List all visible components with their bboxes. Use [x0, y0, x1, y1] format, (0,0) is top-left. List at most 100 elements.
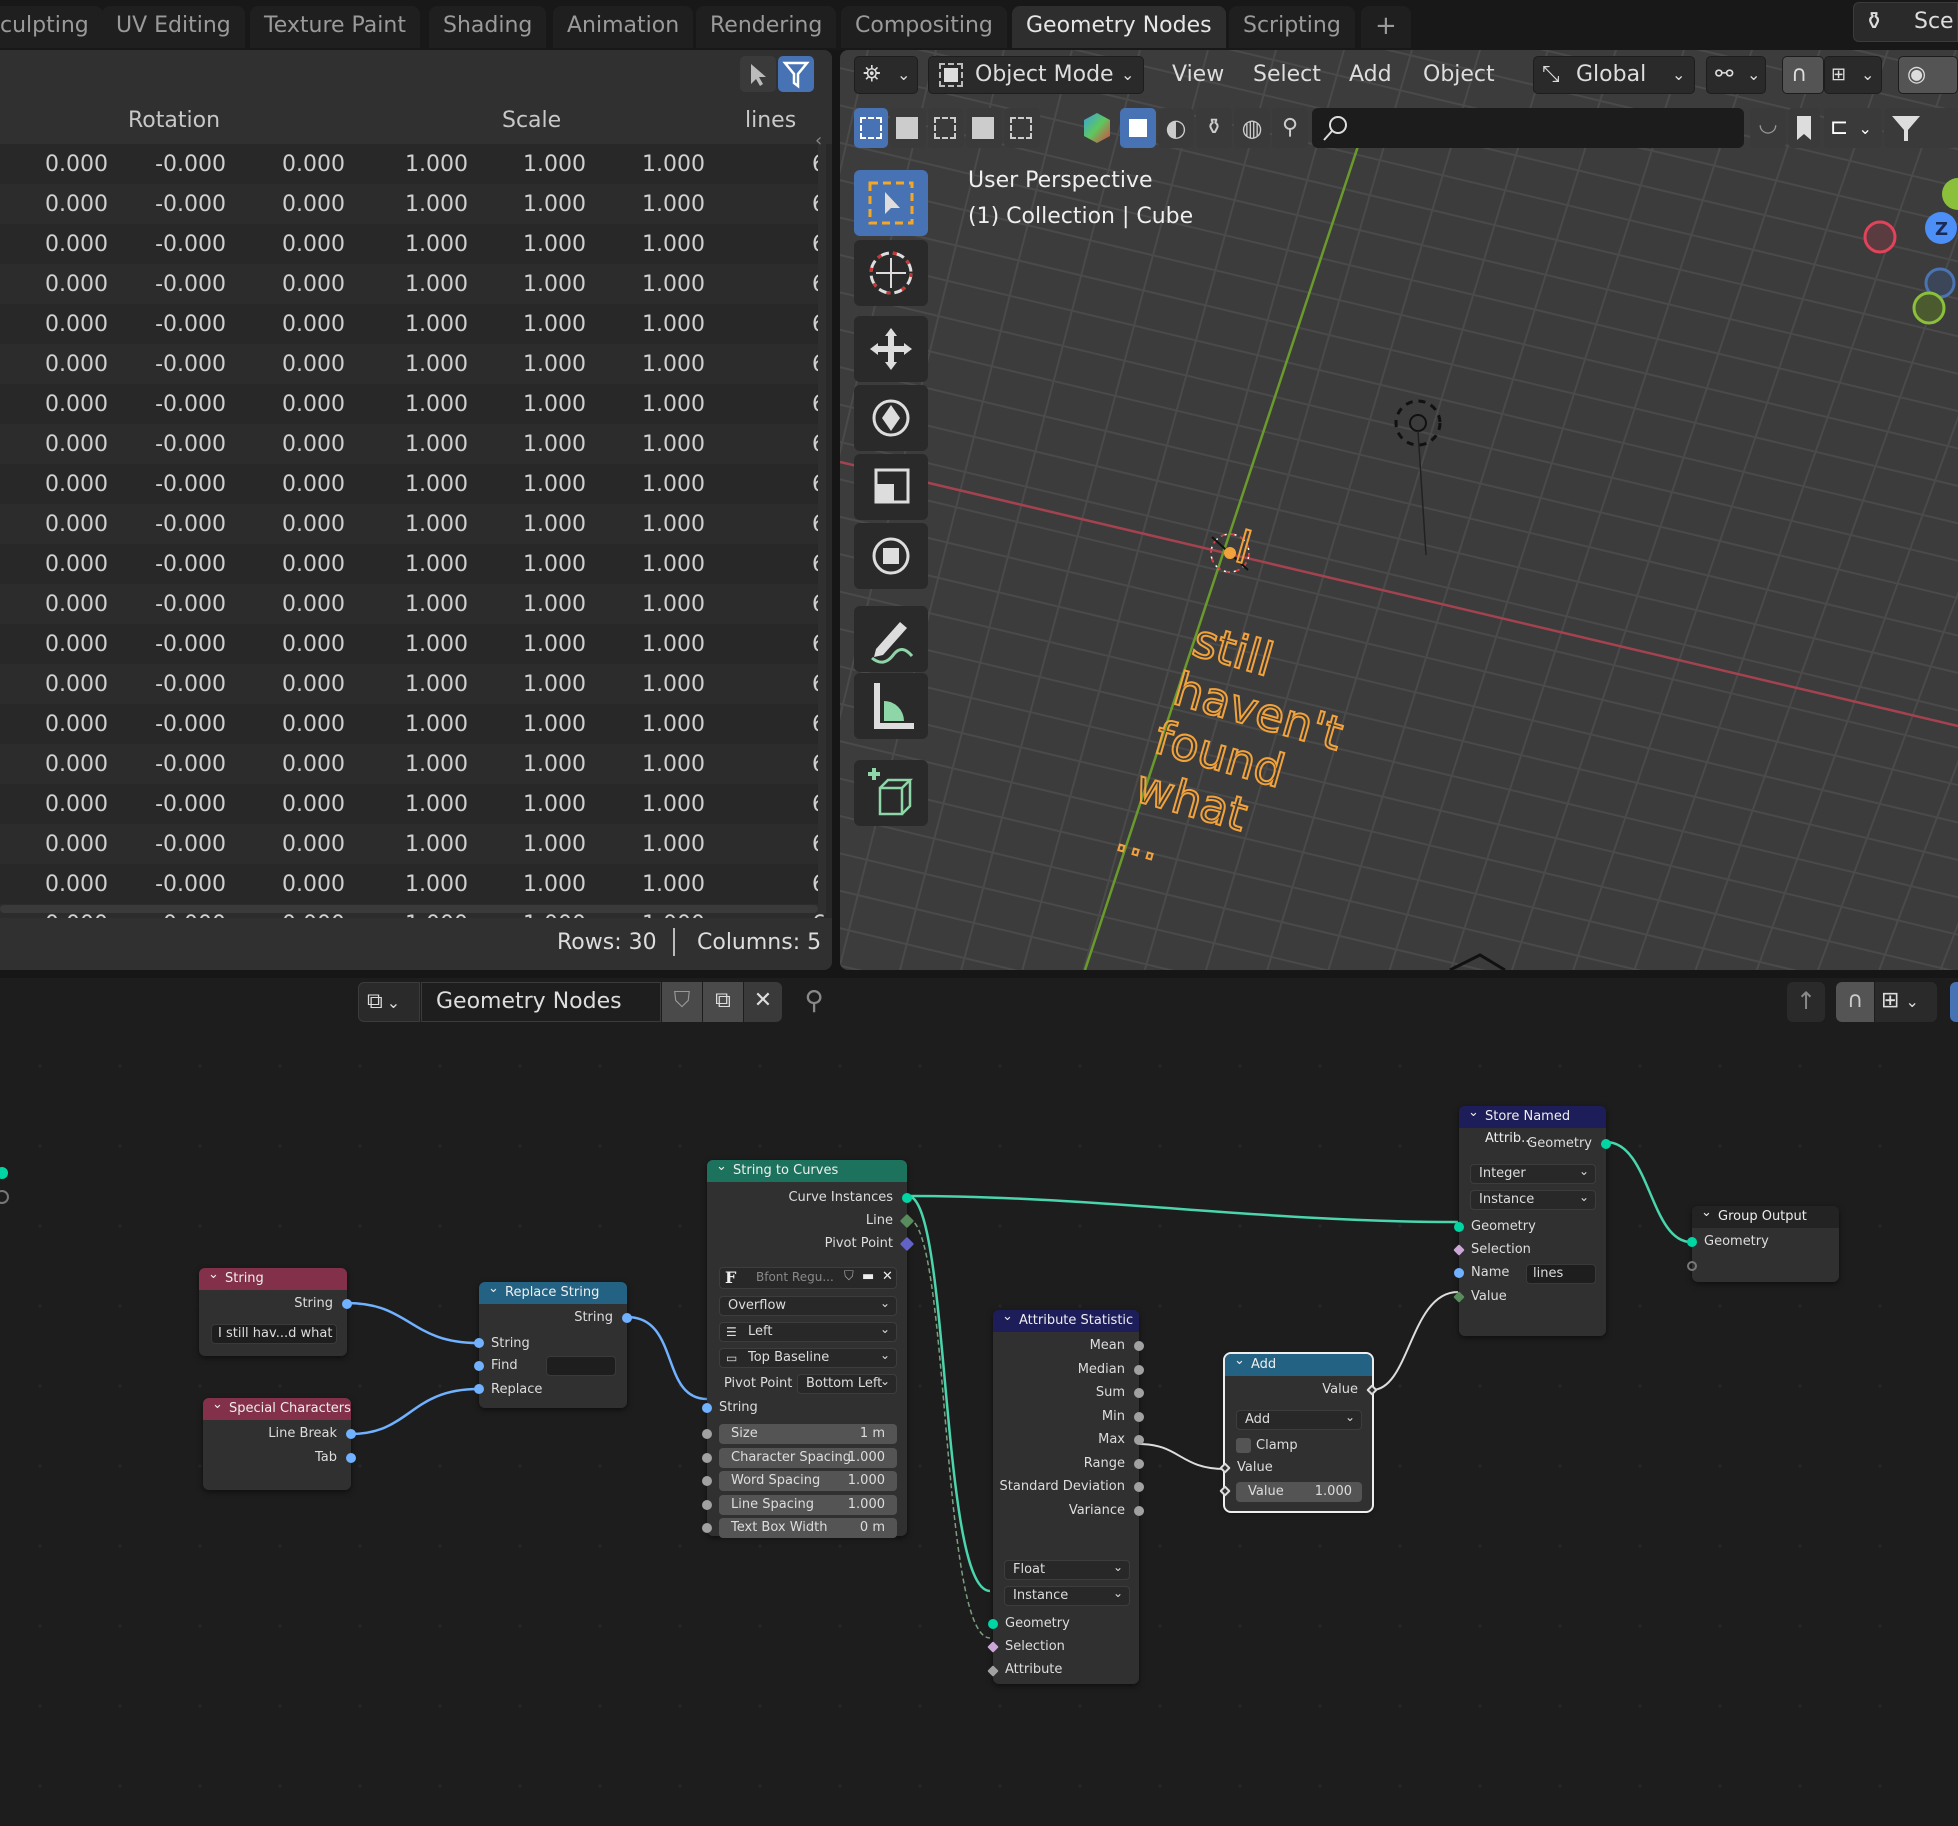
domain-dropdown[interactable]: Instance: [1470, 1188, 1596, 1210]
field-text-box-width[interactable]: Text Box Width 0 m: [719, 1518, 897, 1538]
node-tree-browse-button[interactable]: ⧉ ⌄: [358, 982, 420, 1022]
input-socket-geometry[interactable]: [1687, 1237, 1697, 1247]
tool-select-box[interactable]: [854, 170, 928, 236]
value-b-field[interactable]: Value 1.000: [1236, 1482, 1362, 1502]
select-mode-subtract[interactable]: [928, 108, 964, 148]
parent-tree-button[interactable]: ↑: [1787, 982, 1825, 1022]
output-socket-median[interactable]: [1134, 1364, 1144, 1375]
font-selector[interactable]: F Bfont Regu... ⛉ ▬ ✕: [719, 1267, 897, 1289]
field-word-spacing[interactable]: Word Spacing 1.000: [719, 1471, 897, 1491]
vertical-scrollbar[interactable]: [818, 144, 826, 914]
node-header[interactable]: Special Characters: [203, 1394, 351, 1420]
tool-add-cube[interactable]: [854, 760, 928, 826]
horizontal-scrollbar[interactable]: [0, 905, 818, 913]
node-math-add[interactable]: Add Value Add Clamp Value Value 1.000: [1219, 1350, 1378, 1513]
select-mode-intersect[interactable]: [1004, 108, 1040, 148]
pivot-point-dropdown[interactable]: Bottom Left: [797, 1372, 897, 1394]
output-socket-mean[interactable]: [1134, 1341, 1144, 1351]
output-socket-line-break[interactable]: [346, 1429, 356, 1439]
input-socket-line-spacing[interactable]: [702, 1499, 712, 1510]
column-header-lines[interactable]: lines: [745, 108, 796, 133]
tool-annotate[interactable]: [854, 606, 928, 672]
tool-rotate[interactable]: [854, 385, 928, 451]
menu-object[interactable]: Object: [1423, 62, 1495, 87]
clamp-checkbox[interactable]: [1236, 1438, 1251, 1453]
node-header[interactable]: Group Output: [1692, 1202, 1839, 1228]
output-socket-range[interactable]: [1134, 1458, 1144, 1469]
snap-target-selector[interactable]: ⊞ ⌄: [1824, 56, 1882, 94]
proportional-edit-toggle[interactable]: ◉: [1898, 56, 1958, 94]
input-socket-empty[interactable]: [1687, 1261, 1697, 1271]
output-socket-tab[interactable]: [346, 1453, 356, 1463]
output-socket-string[interactable]: [622, 1313, 632, 1323]
align-x-dropdown[interactable]: ☰ Left: [719, 1320, 897, 1342]
toggle-xray[interactable]: [1120, 108, 1156, 148]
node-group-output[interactable]: Group Output Geometry: [1687, 1202, 1839, 1282]
operation-dropdown[interactable]: Add: [1236, 1408, 1362, 1430]
pivot-point-selector[interactable]: ⚯ ⌄: [1706, 56, 1766, 94]
add-workspace-button[interactable]: +: [1361, 6, 1411, 48]
input-socket-name[interactable]: [1454, 1268, 1464, 1278]
align-y-dropdown[interactable]: ▭ Top Baseline: [719, 1346, 897, 1368]
field-size[interactable]: Size 1 m: [719, 1424, 897, 1444]
select-mode-extend[interactable]: [890, 108, 926, 148]
close-icon[interactable]: ✕: [882, 1269, 893, 1284]
output-socket-curve-instances[interactable]: [902, 1193, 912, 1203]
transform-orientation-selector[interactable]: ⤡ Global ⌄: [1533, 56, 1695, 94]
input-socket-string[interactable]: [474, 1338, 484, 1348]
bookmark-toggle[interactable]: [1788, 108, 1820, 148]
node-header[interactable]: Add: [1225, 1350, 1372, 1376]
column-header-scale[interactable]: Scale: [502, 108, 561, 133]
input-socket-size[interactable]: [702, 1429, 712, 1439]
find-value-input[interactable]: [546, 1356, 616, 1376]
node-replace-string[interactable]: Replace String String String Find Replac…: [474, 1278, 632, 1408]
menu-view[interactable]: View: [1172, 62, 1224, 87]
input-socket-word-spacing[interactable]: [702, 1476, 712, 1486]
mode-selector[interactable]: Object Mode ⌄: [928, 56, 1144, 94]
tab-animation[interactable]: Animation: [553, 6, 694, 48]
visibility-icon[interactable]: [1082, 111, 1112, 145]
scene-selector[interactable]: ⚱ Sce: [1853, 2, 1958, 42]
tab-compositing[interactable]: Compositing: [841, 6, 1007, 48]
tab-rendering[interactable]: Rendering: [696, 6, 837, 48]
duplicate-tree-button[interactable]: ⧉: [703, 982, 743, 1022]
tool-scale[interactable]: [854, 454, 928, 520]
output-socket-variance[interactable]: [1134, 1505, 1144, 1516]
input-socket-geometry[interactable]: [1454, 1222, 1464, 1232]
input-socket-find[interactable]: [474, 1361, 484, 1371]
data-type-dropdown[interactable]: Float: [1004, 1558, 1130, 1580]
gizmo-neg-x[interactable]: [1863, 220, 1897, 254]
viewport-search-input[interactable]: [1312, 108, 1744, 148]
tab-scripting[interactable]: Scripting: [1229, 6, 1355, 48]
visibility-filter-selector[interactable]: [1884, 108, 1958, 148]
input-socket-string[interactable]: [702, 1403, 712, 1413]
node-snap-toggle[interactable]: ∩: [1836, 982, 1874, 1022]
node-special-characters[interactable]: Special Characters Line Break Tab: [203, 1394, 356, 1490]
attribute-name-input[interactable]: lines: [1526, 1264, 1596, 1284]
3d-viewport[interactable]: Istill haven't found what... Z ⛯ ⌄ Object Mo…: [840, 50, 1958, 970]
offscreen-geometry-socket[interactable]: [0, 1167, 8, 1179]
node-tree-name-field[interactable]: Geometry Nodes: [421, 982, 661, 1022]
input-socket-replace[interactable]: [474, 1384, 484, 1394]
shading-material[interactable]: ⚱: [1196, 108, 1232, 148]
input-socket-text-box-width[interactable]: [702, 1523, 712, 1533]
fake-user-toggle[interactable]: ⛉: [662, 982, 702, 1022]
input-socket-geometry[interactable]: [988, 1619, 998, 1629]
tab-geometry-nodes[interactable]: Geometry Nodes: [1012, 6, 1226, 48]
tool-measure[interactable]: [854, 673, 928, 739]
collapse-sidebar-icon[interactable]: ‹: [815, 130, 822, 151]
snap-toggle[interactable]: ∩: [1782, 56, 1824, 94]
shading-rendered[interactable]: ◍: [1234, 108, 1270, 148]
domain-dropdown[interactable]: Instance: [1004, 1584, 1130, 1606]
pin-toggle[interactable]: ⚲: [796, 982, 832, 1022]
tab-sculpting[interactable]: culpting: [0, 6, 103, 48]
filter-toggle-a[interactable]: ◡: [1750, 108, 1786, 148]
filter-toggle[interactable]: [778, 56, 814, 92]
outliner-filter-selector[interactable]: ⊏ ⌄: [1824, 108, 1882, 148]
output-socket-geometry[interactable]: [1601, 1139, 1611, 1149]
output-socket-string[interactable]: [342, 1299, 352, 1309]
tab-uv-editing[interactable]: UV Editing: [102, 6, 245, 48]
node-string[interactable]: String String I still hav...d what ...: [199, 1264, 352, 1356]
node-attribute-statistic[interactable]: Attribute Statistic Mean Median Sum Min Max R…: [987, 1306, 1144, 1684]
column-header-rotation[interactable]: Rotation: [128, 108, 220, 133]
